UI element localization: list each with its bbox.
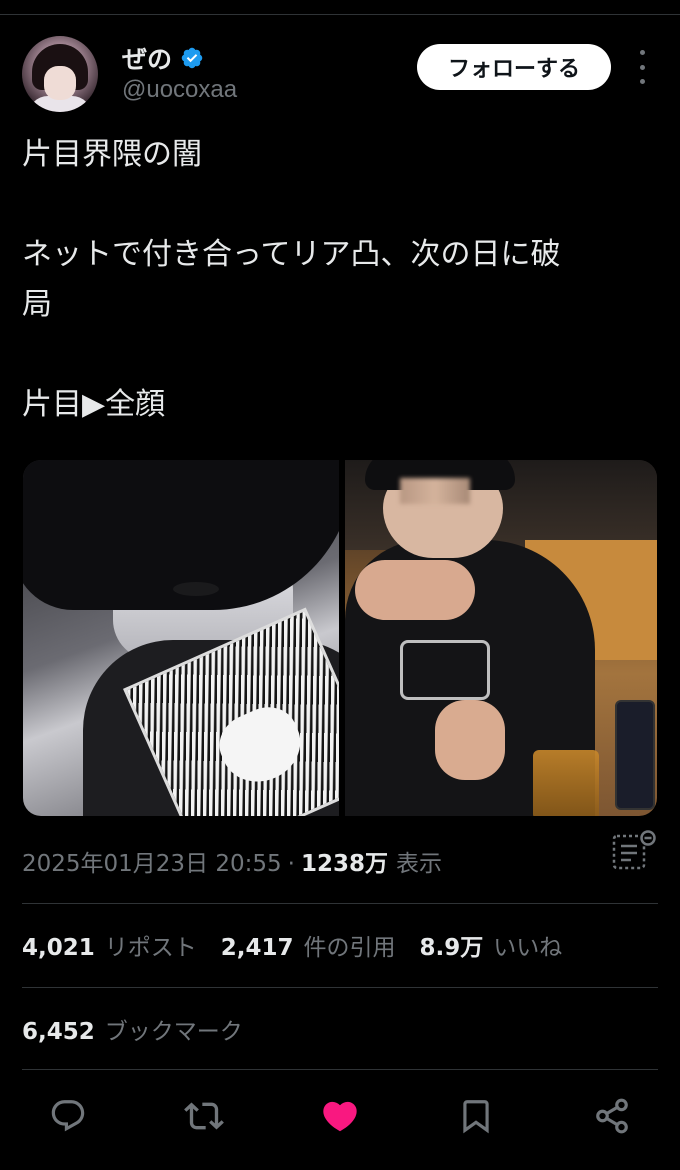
more-options-icon[interactable] [634, 50, 650, 84]
engagement-stats: 4,021 リポスト 2,417 件の引用 8.9万 いいね [22, 928, 586, 962]
likes-label: いいね [493, 935, 563, 961]
bookmark-button[interactable] [454, 1090, 498, 1142]
bookmarks-stat[interactable]: 6,452 ブックマーク [22, 1012, 243, 1046]
tweet-media[interactable] [23, 460, 657, 816]
tweet-text: 片目界隈の闇 ネットで付き合ってリア凸、次の日に破 局 片目▶全顔 [22, 137, 561, 422]
divider [22, 1069, 658, 1070]
tweet-header: ぜの @uocoxaa フォローする [22, 36, 662, 116]
repost-button[interactable] [182, 1090, 226, 1142]
divider [22, 987, 658, 988]
tweet-meta: 2025年01月23日 20:55 · 1238万 表示 [22, 844, 442, 878]
action-bar [0, 1090, 680, 1146]
bookmarks-label: ブックマーク [104, 1019, 243, 1045]
divider [22, 903, 658, 904]
user-handle[interactable]: @uocoxaa [122, 76, 237, 104]
like-icon [323, 1101, 357, 1132]
timestamp[interactable]: 2025年01月23日 20:55 [22, 844, 282, 878]
share-icon [596, 1098, 628, 1134]
like-button[interactable] [318, 1090, 362, 1142]
quotes-label: 件の引用 [303, 935, 396, 961]
name-row: ぜの [122, 40, 204, 76]
media-photo-right[interactable] [345, 460, 657, 816]
views-count: 1238万 [300, 851, 388, 877]
avatar[interactable] [22, 36, 98, 112]
follow-button[interactable]: フォローする [417, 44, 611, 90]
repost-icon [184, 1102, 224, 1130]
share-button[interactable] [590, 1090, 634, 1142]
reposts-count: 4,021 [22, 935, 95, 961]
analytics-icon[interactable] [612, 830, 658, 872]
media-photo-left[interactable] [23, 460, 339, 816]
likes-count: 8.9万 [419, 935, 484, 961]
quotes-count: 2,417 [220, 935, 294, 961]
display-name[interactable]: ぜの [122, 40, 172, 76]
bookmark-icon [463, 1100, 489, 1134]
views-label: 表示 [396, 851, 442, 877]
top-divider [0, 14, 680, 15]
meta-separator: · [287, 851, 295, 877]
reposts-stat[interactable]: 4,021 リポスト [22, 928, 197, 962]
likes-stat[interactable]: 8.9万 いいね [420, 928, 563, 962]
quotes-stat[interactable]: 2,417 件の引用 [221, 928, 396, 962]
verified-badge-icon [181, 47, 203, 69]
reply-icon [51, 1100, 85, 1132]
reposts-label: リポスト [104, 935, 197, 961]
reply-button[interactable] [46, 1090, 90, 1142]
bookmarks-count: 6,452 [22, 1019, 95, 1045]
